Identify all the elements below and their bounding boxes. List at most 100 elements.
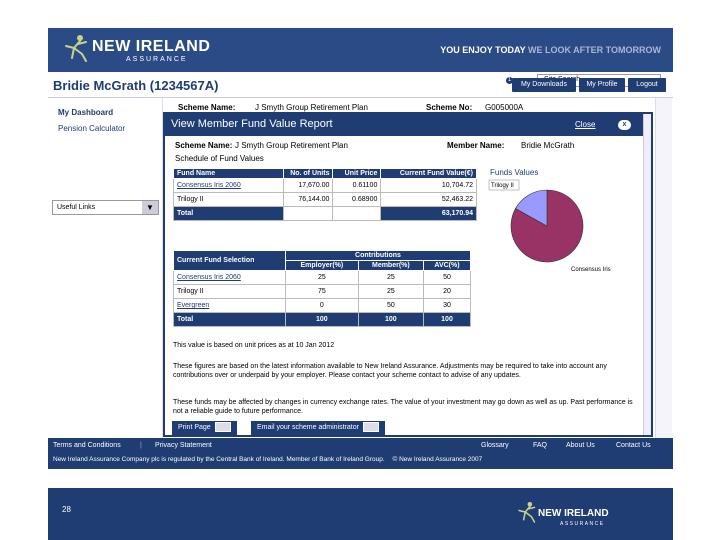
cell: 50: [357, 298, 425, 313]
email-admin-button[interactable]: Email your scheme administrator: [251, 421, 385, 435]
divider: |: [140, 442, 142, 449]
slide-number: 28: [62, 505, 71, 514]
print-page-label: Print Page: [178, 424, 211, 431]
cell: 0.68900: [332, 192, 382, 207]
table-row: Trilogy II 75 25 20: [173, 284, 471, 299]
tagline: YOU ENJOY TODAY WE LOOK AFTER TOMORROW: [440, 45, 661, 55]
close-icon[interactable]: x: [618, 120, 631, 130]
privacy-link[interactable]: Privacy Statement: [155, 442, 212, 449]
printer-icon: [214, 422, 231, 433]
dialog-scrollbar[interactable]: [643, 114, 651, 435]
table-row: Consensus Iris 2060 17,670.00 0.61100 10…: [173, 178, 477, 193]
col-unit-price: Unit Price: [332, 168, 382, 179]
disclaimer-adjustments: These figures are based on the latest in…: [173, 363, 607, 379]
col-fund-value: Current Fund Value(€): [380, 168, 477, 179]
blank-cell: [332, 206, 382, 221]
dialog-title: View Member Fund Value Report: [171, 118, 333, 130]
sidebar-item-pension-calculator[interactable]: Pension Calculator: [58, 124, 125, 133]
total-row: Total 100 100 100: [173, 312, 471, 327]
sidebar-item-my-dashboard[interactable]: My Dashboard: [58, 108, 113, 117]
cell: 20: [423, 284, 471, 299]
cell: 17,670.00: [282, 178, 334, 193]
bg-scheme-value: J Smyth Group Retirement Plan: [255, 103, 368, 112]
total-label: Total: [173, 206, 284, 221]
schedule-title: Schedule of Fund Values: [175, 154, 264, 163]
regulation-notice: New Ireland Assurance Company plc is reg…: [53, 456, 482, 463]
col-units: No. of Units: [282, 168, 334, 179]
about-link[interactable]: About Us: [566, 442, 595, 449]
brand-name: NEW IRELAND: [538, 508, 609, 519]
leaping-figure-logo-icon: [65, 35, 87, 62]
brand-name: NEW IRELAND: [92, 38, 211, 55]
total-employer: 100: [285, 312, 359, 327]
regulation-text: New Ireland Assurance Company plc is reg…: [53, 456, 385, 463]
close-link[interactable]: Close: [575, 120, 595, 129]
dialog-header: View Member Fund Value Report Close x: [165, 114, 651, 136]
cell: 76,144.00: [282, 192, 334, 207]
unit-price-note: This value is based on unit prices as at…: [173, 342, 335, 349]
chart-title: Funds Values: [490, 168, 539, 177]
disclaimer-currency: These funds may be affected by changes i…: [173, 399, 633, 415]
col-employer: Employer(%): [285, 260, 359, 271]
contributions-header: Contributions: [285, 250, 471, 261]
slide-footer-band: 28 NEW IRELAND ASSURANCE: [48, 488, 673, 540]
total-avc: 100: [423, 312, 471, 327]
email-admin-label: Email your scheme administrator: [257, 424, 359, 431]
funds-pie-chart: Trilogy II Consensus Iris: [488, 179, 611, 273]
fund-selection-table: Current Fund Selection Contributions Emp…: [173, 250, 471, 327]
pie-label-1: Consensus Iris: [571, 267, 611, 273]
cell: 25: [285, 270, 359, 285]
useful-links-label: Useful Links: [57, 204, 96, 211]
fund-link[interactable]: Consensus Iris 2060: [173, 270, 286, 285]
fund-link[interactable]: Consensus Iris 2060: [173, 178, 284, 193]
total-row: Total 63,170.94: [173, 206, 477, 221]
table-header-row: Fund Name No. of Units Unit Price Curren…: [173, 168, 477, 179]
print-page-button[interactable]: Print Page: [172, 421, 237, 435]
tagline-bold: YOU ENJOY TODAY: [440, 45, 526, 55]
col-member: Member(%): [357, 260, 425, 271]
brand-subtitle: ASSURANCE: [560, 521, 605, 527]
logout-button[interactable]: Logout: [628, 78, 666, 92]
page-title: Bridie McGrath (1234567A): [53, 78, 219, 93]
cell: 0: [285, 298, 359, 313]
useful-links-select[interactable]: Useful Links ▼: [52, 200, 159, 215]
cell: 30: [423, 298, 471, 313]
sidebar: [48, 98, 163, 438]
fund-link[interactable]: Evergreen: [173, 298, 286, 313]
copyright-text: © New Ireland Assurance 2007: [392, 456, 483, 463]
scheme-name-value: J Smyth Group Retirement Plan: [235, 141, 348, 150]
contrib-group-row: Current Fund Selection Contributions: [173, 250, 471, 271]
page-scrollbar[interactable]: [655, 98, 672, 438]
table-row: Trilogy II 76,144.00 0.68900 52,463.22: [173, 192, 477, 207]
envelope-icon: [362, 422, 379, 433]
total-member: 100: [357, 312, 425, 327]
cell: 0.61100: [332, 178, 382, 193]
bg-scheme-label: Scheme Name:: [178, 103, 236, 112]
my-profile-button[interactable]: My Profile: [579, 78, 625, 92]
cell: Trilogy II: [173, 192, 284, 207]
cell: 75: [285, 284, 359, 299]
col-current-fund: Current Fund Selection: [173, 250, 286, 271]
my-downloads-button[interactable]: My Downloads: [512, 78, 576, 92]
faq-link[interactable]: FAQ: [533, 442, 547, 449]
cell: 50: [423, 270, 471, 285]
tagline-dim: WE LOOK AFTER TOMORROW: [528, 45, 661, 55]
table-row: Consensus Iris 2060 25 25 50: [173, 270, 471, 285]
contact-link[interactable]: Contact Us: [616, 442, 651, 449]
cell: 25: [357, 284, 425, 299]
col-fund-name: Fund Name: [173, 168, 284, 179]
col-avc: AVC(%): [423, 260, 471, 271]
member-name-label: Member Name:: [447, 141, 505, 150]
blank-cell: [282, 206, 334, 221]
member-name-value: Bridie McGrath: [521, 141, 575, 150]
cell: 10,704.72: [380, 178, 477, 193]
table-row: Evergreen 0 50 30: [173, 298, 471, 313]
site-footer: Terms and Conditions | Privacy Statement…: [48, 438, 673, 469]
total-value: 63,170.94: [380, 206, 477, 221]
terms-link[interactable]: Terms and Conditions: [53, 442, 121, 449]
glossary-link[interactable]: Glossary: [481, 442, 509, 449]
scheme-name-label: Scheme Name:: [175, 141, 233, 150]
site-header: NEW IRELAND ASSURANCE YOU ENJOY TODAY WE…: [48, 28, 673, 72]
leaping-figure-logo-icon: [518, 502, 536, 523]
bg-scheme-no-label: Scheme No:: [426, 103, 473, 112]
